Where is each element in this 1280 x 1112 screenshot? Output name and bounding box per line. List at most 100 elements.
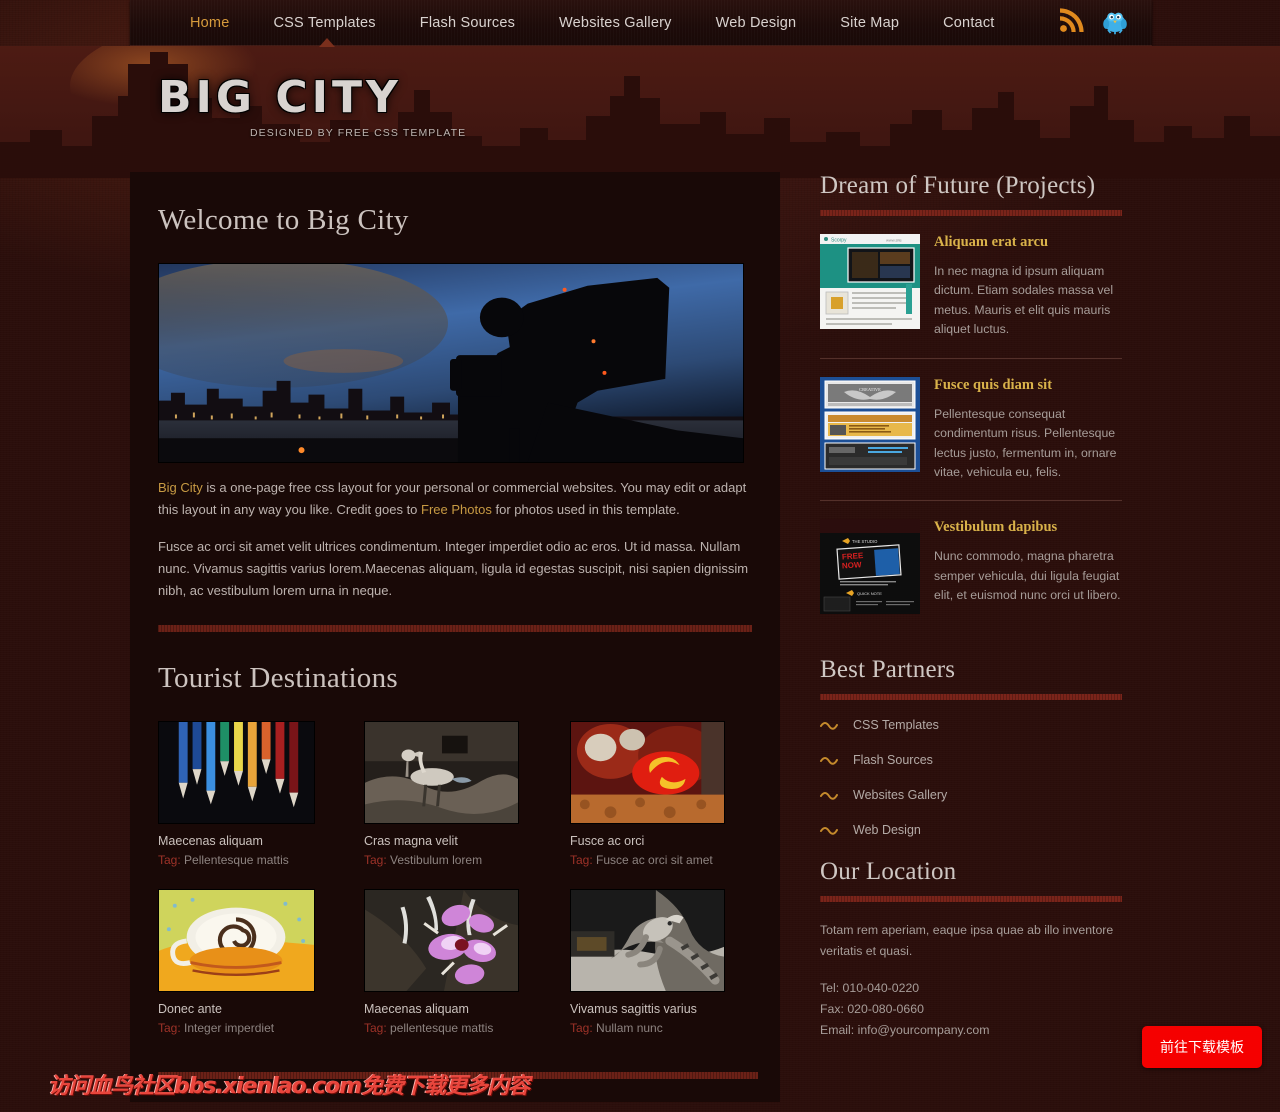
- partner-item[interactable]: CSS Templates: [820, 718, 1122, 732]
- project-title[interactable]: Vestibulum dapibus: [934, 519, 1122, 536]
- tag-value: pellentesque mattis: [390, 1020, 494, 1035]
- site-logo[interactable]: BIG CITY DESIGNED BY FREE CSS TEMPLATE: [158, 72, 467, 140]
- tag-label: Tag:: [570, 1020, 593, 1035]
- nav-item-contact[interactable]: Contact: [925, 9, 1012, 37]
- partner-link[interactable]: Flash Sources: [853, 753, 933, 767]
- gallery-section-title: Tourist Destinations: [158, 661, 398, 694]
- nav-list: Home CSS Templates Flash Sources Website…: [130, 0, 1152, 46]
- project-description: Nunc commodo, magna pharetra semper vehi…: [934, 549, 1121, 603]
- twitter-bird-icon[interactable]: [1100, 6, 1130, 36]
- partners-list: CSS Templates Flash Sources Websites Gal…: [820, 718, 1122, 837]
- big-city-link[interactable]: Big City: [158, 480, 203, 495]
- gallery-item-title[interactable]: Vivamus sagittis varius: [570, 1002, 743, 1016]
- gallery-item[interactable]: Maecenas aliquam Tag: Pellentesque matti…: [158, 720, 331, 867]
- colored-pencils-image[interactable]: [158, 720, 315, 824]
- project-body: Aliquam erat arcu In nec magna id ipsum …: [934, 234, 1122, 340]
- intro-text-block: Big City is a one-page free css layout f…: [158, 477, 752, 603]
- tag-value: Fusce ac orci sit amet: [596, 852, 713, 867]
- partners-section: Best Partners CSS Templates Flash Source…: [820, 656, 1122, 837]
- gallery-item-title[interactable]: Maecenas aliquam: [158, 834, 331, 848]
- svg-text:QUICK NOTE: QUICK NOTE: [857, 591, 882, 596]
- nav-link-css-templates[interactable]: CSS Templates: [255, 9, 393, 37]
- rss-icon[interactable]: [1058, 8, 1084, 34]
- coffee-cup-swirl-image[interactable]: [158, 888, 315, 992]
- nav-link-websites-gallery[interactable]: Websites Gallery: [541, 9, 690, 37]
- download-template-button[interactable]: 前往下载模板: [1142, 1026, 1262, 1068]
- nav-link-contact[interactable]: Contact: [925, 9, 1012, 37]
- nav-link-site-map[interactable]: Site Map: [822, 9, 917, 37]
- gallery-item-title[interactable]: Maecenas aliquam: [364, 1002, 537, 1016]
- site-watermark: 访问血鸟社区bbs.xienlao.com免费下载更多内容: [48, 1074, 530, 1099]
- tag-value: Integer imperdiet: [184, 1020, 275, 1035]
- gallery-item-title[interactable]: Fusce ac orci: [570, 834, 743, 848]
- cranes-birds-image[interactable]: [364, 720, 519, 824]
- teal-website-screenshot-thumb[interactable]: Scorpy www.site: [820, 234, 920, 329]
- wave-bullet-icon: [820, 792, 838, 801]
- partner-link[interactable]: Web Design: [853, 823, 921, 837]
- gallery-item[interactable]: Donec ante Tag: Integer imperdiet: [158, 888, 331, 1035]
- nav-item-flash-sources[interactable]: Flash Sources: [402, 9, 533, 37]
- page-title: Welcome to Big City: [158, 204, 409, 236]
- project-title[interactable]: Fusce quis diam sit: [934, 377, 1122, 394]
- nav-item-site-map[interactable]: Site Map: [822, 9, 917, 37]
- page-root: Home CSS Templates Flash Sources Website…: [0, 0, 1280, 1112]
- section-rule: [820, 694, 1122, 701]
- nav-item-websites-gallery[interactable]: Websites Gallery: [541, 9, 690, 37]
- wave-bullet-icon: [820, 757, 838, 766]
- gallery-item-tagline: Tag: Vestibulum lorem: [364, 853, 537, 867]
- partner-item[interactable]: Web Design: [820, 823, 1122, 837]
- gallery-item-title[interactable]: Donec ante: [158, 1002, 331, 1016]
- nav-item-home[interactable]: Home: [172, 9, 247, 37]
- gallery-item-tagline: Tag: Nullam nunc: [570, 1021, 743, 1035]
- partner-link[interactable]: Websites Gallery: [853, 788, 947, 802]
- intro-paragraph-1: Big City is a one-page free css layout f…: [158, 477, 752, 522]
- gallery-item[interactable]: Cras magna velit Tag: Vestibulum lorem: [364, 720, 537, 867]
- gallery-item[interactable]: Maecenas aliquam Tag: pellentesque matti…: [364, 888, 537, 1035]
- project-item[interactable]: CREATIVE Fusce quis diam sit Pellentesqu…: [820, 376, 1122, 502]
- main-content: Welcome to Big City Big City is a one-pa…: [130, 172, 780, 1102]
- nav-link-flash-sources[interactable]: Flash Sources: [402, 9, 533, 37]
- tag-value: Nullam nunc: [596, 1020, 663, 1035]
- partner-link[interactable]: CSS Templates: [853, 718, 939, 732]
- project-item[interactable]: THE STUDIO FREE NOW QUICK NOTE Vestibulu…: [820, 519, 1122, 632]
- nav-link-web-design[interactable]: Web Design: [698, 9, 815, 37]
- tag-value: Pellentesque mattis: [184, 852, 289, 867]
- purple-orchids-image[interactable]: [364, 888, 519, 992]
- gallery-item[interactable]: Vivamus sagittis varius Tag: Nullam nunc: [570, 888, 743, 1035]
- logo-tagline: DESIGNED BY FREE CSS TEMPLATE: [250, 127, 467, 139]
- svg-text:www.site: www.site: [886, 238, 903, 243]
- free-photos-link[interactable]: Free Photos: [421, 502, 492, 517]
- location-title: Our Location: [820, 858, 957, 886]
- project-body: Fusce quis diam sit Pellentesque consequ…: [934, 377, 1122, 483]
- projects-title: Dream of Future (Projects): [820, 172, 1096, 199]
- dark-studio-website-thumb[interactable]: THE STUDIO FREE NOW QUICK NOTE: [820, 519, 920, 615]
- section-rule: [820, 210, 1122, 216]
- wave-bullet-icon: [820, 827, 838, 836]
- project-body: Vestibulum dapibus Nunc commodo, magna p…: [934, 519, 1122, 614]
- logo-text: BIG CITY: [158, 72, 402, 123]
- wave-bullet-icon: [820, 722, 838, 731]
- intro-p1-end: for photos used in this template.: [491, 502, 680, 518]
- svg-text:NOW: NOW: [842, 561, 863, 571]
- gallery-item-tagline: Tag: Fusce ac orci sit amet: [570, 853, 743, 867]
- partner-item[interactable]: Flash Sources: [820, 753, 1122, 767]
- contact-fax: Fax: 020-080-0660: [820, 1002, 924, 1017]
- sidebar: Dream of Future (Projects) Scorpy www.si…: [820, 172, 1122, 1048]
- location-description: Totam rem aperiam, eaque ipsa quae ab il…: [820, 923, 1114, 959]
- site-header: BIG CITY DESIGNED BY FREE CSS TEMPLATE: [0, 46, 1280, 178]
- project-item[interactable]: Scorpy www.site Aliquam erat arcu In nec…: [820, 234, 1122, 359]
- project-title[interactable]: Aliquam erat arcu: [934, 234, 1122, 251]
- lizard-iguana-image[interactable]: [570, 888, 725, 992]
- blue-template-previews-thumb[interactable]: CREATIVE: [820, 376, 920, 472]
- active-tab-arrow-indicator: [319, 38, 335, 47]
- tag-label: Tag:: [364, 1020, 387, 1035]
- gallery-item-title[interactable]: Cras magna velit: [364, 834, 537, 848]
- partner-item[interactable]: Websites Gallery: [820, 788, 1122, 802]
- nav-link-home[interactable]: Home: [172, 9, 247, 37]
- red-fire-abstract-image[interactable]: [570, 720, 725, 824]
- svg-text:CREATIVE: CREATIVE: [859, 387, 881, 392]
- nav-item-web-design[interactable]: Web Design: [698, 9, 815, 37]
- tourist-destinations-gallery: Maecenas aliquam Tag: Pellentesque matti…: [158, 720, 752, 1057]
- nav-item-css-templates[interactable]: CSS Templates: [255, 9, 393, 37]
- gallery-item[interactable]: Fusce ac orci Tag: Fusce ac orci sit ame…: [570, 720, 743, 867]
